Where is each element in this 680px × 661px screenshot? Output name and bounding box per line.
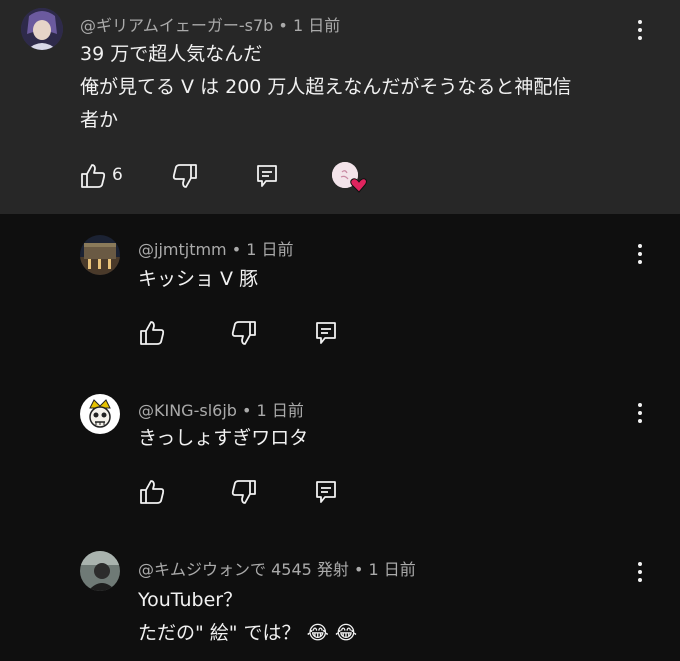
like-button[interactable] (78, 161, 108, 191)
reply-text: きっしょすぎワロタ (138, 422, 308, 455)
reply-text: YouTuber？ ただの" 絵" では？ 😂 😂 (138, 584, 357, 650)
dislike-button[interactable] (170, 161, 200, 191)
reply-line: ただの" 絵" では？ 😂 😂 (138, 622, 358, 644)
creator-heart-badge (332, 162, 367, 193)
avatar[interactable] (80, 235, 120, 275)
thumbs-down-icon (172, 164, 197, 188)
reply-meta: @jjmtjtmm • 1 日前 (138, 240, 294, 259)
reply-text: キッショ V 豚 (138, 263, 258, 296)
comment-line: 者か (80, 109, 119, 131)
more-options-icon[interactable] (628, 401, 652, 425)
comment-time[interactable]: 1 日前 (293, 16, 340, 35)
more-options-icon[interactable] (628, 18, 652, 42)
like-button[interactable] (137, 477, 167, 507)
reply-time[interactable]: 1 日前 (257, 401, 304, 420)
avatar[interactable] (80, 551, 120, 591)
reply-author[interactable]: @キムジウォンで 4545 発射 (138, 560, 349, 579)
comment-line: 俺が見てる V は 200 万人超えなんだがそうなると神配信 (80, 76, 572, 98)
reply-author[interactable]: @KING-sl6jb (138, 401, 237, 420)
reply-button[interactable] (311, 477, 341, 507)
thumbs-down-icon (231, 480, 256, 504)
like-count: 6 (112, 165, 123, 185)
comment-text: 39 万で超人気なんだ 俺が見てる V は 200 万人超えなんだがそうなると神… (80, 38, 571, 137)
reply-author[interactable]: @jjmtjtmm (138, 240, 227, 259)
reply-time[interactable]: 1 日前 (369, 560, 416, 579)
reply-button[interactable] (252, 161, 282, 191)
dislike-button[interactable] (229, 318, 259, 348)
thumbs-up-icon (81, 164, 106, 188)
avatar[interactable] (21, 8, 63, 50)
dislike-button[interactable] (229, 477, 259, 507)
comment-author[interactable]: @ギリアムイェーガー-s7b (80, 16, 273, 35)
reply-line: YouTuber？ (138, 589, 243, 611)
reply-time[interactable]: 1 日前 (246, 240, 293, 259)
like-button[interactable] (137, 318, 167, 348)
avatar[interactable] (80, 394, 120, 434)
reply-meta: @KING-sl6jb • 1 日前 (138, 401, 304, 420)
heart-icon (332, 162, 367, 193)
thumbs-up-icon (140, 321, 165, 345)
reply-icon (316, 481, 336, 503)
reply-meta: @キムジウォンで 4545 発射 • 1 日前 (138, 560, 416, 579)
comment-line: 39 万で超人気なんだ (80, 43, 263, 65)
reply-line: きっしょすぎワロタ (138, 427, 309, 449)
more-options-icon[interactable] (628, 560, 652, 584)
thumbs-down-icon (231, 321, 256, 345)
reply-button[interactable] (311, 318, 341, 348)
reply-icon (316, 322, 336, 344)
comment-meta: @ギリアムイェーガー-s7b • 1 日前 (80, 16, 341, 35)
more-options-icon[interactable] (628, 242, 652, 266)
thumbs-up-icon (140, 480, 165, 504)
reply-icon (257, 165, 277, 187)
reply-line: キッショ V 豚 (138, 268, 259, 290)
